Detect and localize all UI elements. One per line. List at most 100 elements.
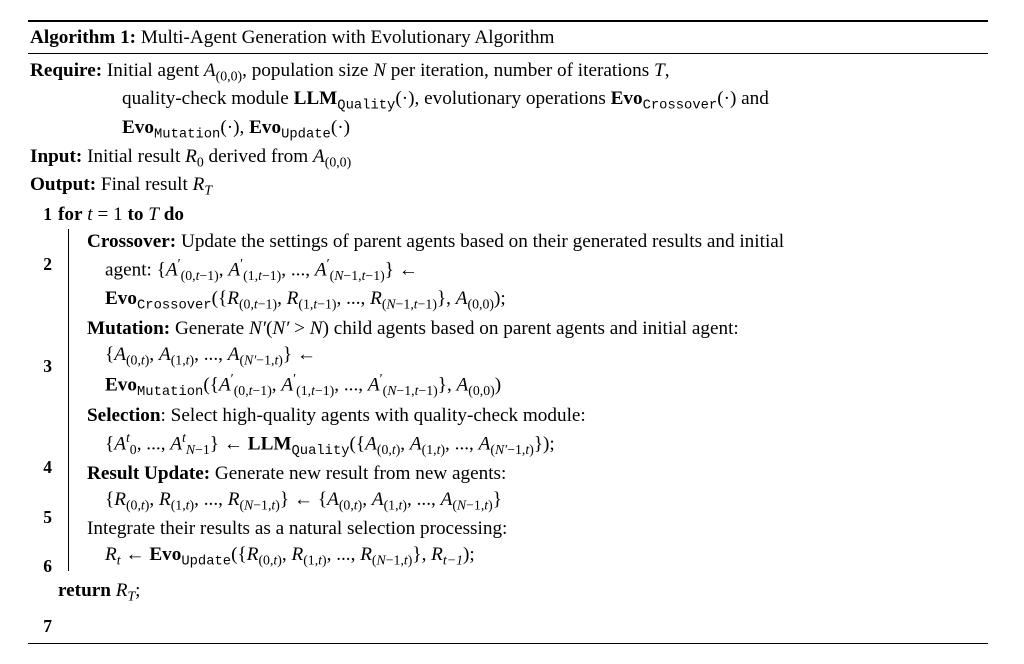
arrow-3: ← (224, 433, 243, 454)
evo-mut-sub: Mutation (137, 384, 203, 400)
sym-A00-2: A (313, 146, 325, 167)
algorithm-number: Algorithm 1: (30, 27, 136, 48)
selection-cont: {At0, ..., AtN−1} ← LLMQuality({A(0,t), … (87, 429, 988, 461)
sub-T: T (204, 183, 212, 198)
lineno-3: 3 (28, 355, 52, 379)
step-result: Result Update: Generate new result from … (87, 461, 988, 515)
require-label: Require: (30, 60, 102, 81)
kw-do: do (164, 204, 184, 225)
req-text-1a: Initial agent (107, 60, 204, 81)
evo-mutation-sub: Mutation (154, 127, 220, 143)
loop-from: 1 (113, 204, 123, 225)
step-integrate: Integrate their results as a natural sel… (87, 516, 988, 571)
req-text-2a: quality-check module (122, 88, 294, 109)
mutation-label: Mutation: (87, 318, 170, 339)
output-label: Output: (30, 174, 96, 195)
output-text-a: Final result (101, 174, 193, 195)
lineno-1: 1 (28, 203, 52, 227)
content-column: for t = 1 to T do Crossover: Update the … (52, 202, 988, 638)
output-line: Output: Final result RT (28, 172, 988, 200)
kw-to: to (127, 204, 143, 225)
req-text-1c: per iteration, number of iterations (386, 60, 654, 81)
mutation-text-a: Generate (170, 318, 249, 339)
lineno-7: 7 (28, 615, 52, 639)
kw-for: for (58, 204, 83, 225)
llm-q-sub: Quality (292, 443, 350, 459)
crossover-cont-1: agent: {A′(0,t−1), A′(1,t−1), ..., A′(N−… (87, 255, 988, 286)
req-text-1b: , population size (242, 60, 373, 81)
lineno-6: 6 (28, 555, 52, 579)
ln-spacer (28, 579, 52, 615)
require-line-3: EvoMutation(·), EvoUpdate(·) (30, 115, 986, 144)
llm-bold: LLM (294, 88, 338, 109)
algorithm-body: 1 2 3 4 5 6 7 for t = 1 to T do Crossove… (28, 200, 988, 638)
result-label: Result Update: (87, 463, 210, 484)
evo-mut: Evo (105, 375, 137, 396)
req-text-2b: (·), evolutionary operations (395, 88, 610, 109)
mutation-cont-1: {A(0,t), A(1,t), ..., A(N′−1,t)} ← (87, 342, 988, 370)
lineno-5: 5 (28, 506, 52, 530)
integrate-cont: Rt ← EvoUpdate({R(0,t), R(1,t), ..., R(N… (87, 542, 988, 571)
llm-quality-sub: Quality (337, 97, 395, 113)
result-cont: {R(0,t), R(1,t), ..., R(N−1,t)} ← {A(0,t… (87, 487, 988, 515)
sub-T-2: T (127, 589, 135, 604)
step-crossover: Crossover: Update the settings of parent… (87, 229, 988, 315)
lineno-4: 4 (28, 456, 52, 480)
sub-0: 0 (197, 155, 204, 170)
evo-crossover-sub: Crossover (643, 97, 718, 113)
require-line-1: Require: Initial agent A(0,0), populatio… (30, 58, 986, 86)
loop-body: Crossover: Update the settings of parent… (68, 229, 988, 571)
ln-spacer (28, 480, 52, 506)
loop-to: T (148, 204, 159, 225)
crossover-text: Update the settings of parent agents bas… (176, 231, 784, 252)
sym-R0: R (185, 146, 197, 167)
evo-cross: Evo (105, 288, 137, 309)
sym-Rt: R (105, 544, 117, 565)
step-selection: Selection: Select high-quality agents wi… (87, 403, 988, 461)
evo-upd-sub: Update (181, 554, 231, 570)
ln-spacer (28, 378, 52, 456)
algorithm-title: Multi-Agent Generation with Evolutionary… (141, 27, 555, 48)
return-line: return RT; (58, 578, 988, 606)
req-text-1d: , (665, 60, 670, 81)
sym-Nprime: N′ (249, 318, 266, 339)
selection-text: : Select high-quality agents with qualit… (161, 405, 586, 426)
input-text-a: Initial result (87, 146, 185, 167)
evo-cross-sub: Crossover (137, 297, 212, 313)
sub-00: (0,0) (216, 68, 242, 83)
ln-spacer (28, 529, 52, 555)
sym-N: N (373, 60, 386, 81)
req-text-3a: (·), (220, 117, 249, 138)
evo-bold-1: Evo (611, 88, 643, 109)
lineno-2: 2 (28, 253, 52, 277)
input-line: Input: Initial result R0 derived from A(… (28, 144, 988, 172)
sub-00-2: (0,0) (325, 155, 351, 170)
algorithm-block: Algorithm 1: Multi-Agent Generation with… (28, 20, 988, 644)
req-text-3b: (·) (331, 117, 350, 138)
line-number-column: 1 2 3 4 5 6 7 (28, 202, 52, 638)
input-label: Input: (30, 146, 82, 167)
sym-T: T (654, 60, 665, 81)
require-line-2: quality-check module LLMQuality(·), evol… (30, 86, 986, 115)
req-text-2c: (·) and (717, 88, 769, 109)
result-text: Generate new result from new agents: (210, 463, 506, 484)
arrow: ← (399, 260, 418, 281)
crossover-label: Crossover: (87, 231, 176, 252)
ln-spacer (28, 277, 52, 355)
arrow-4: ← (294, 489, 313, 510)
evo-update-sub: Update (281, 127, 331, 143)
evo-bold-2: Evo (122, 117, 154, 138)
sym-RT: R (193, 174, 205, 195)
integrate-text: Integrate their results as a natural sel… (87, 518, 507, 539)
bottom-rule (28, 643, 988, 644)
selection-label: Selection (87, 405, 161, 426)
arrow-5: ← (125, 544, 144, 565)
input-text-b: derived from (204, 146, 313, 167)
sub-t: t (117, 553, 121, 568)
llm-sel: LLM (248, 433, 292, 454)
mutation-text-b: child agents based on parent agents and … (329, 318, 739, 339)
sym-RT-2: R (116, 580, 128, 601)
loop-var: t (87, 204, 92, 225)
evo-bold-3: Evo (249, 117, 281, 138)
for-line: for t = 1 to T do (58, 202, 988, 228)
